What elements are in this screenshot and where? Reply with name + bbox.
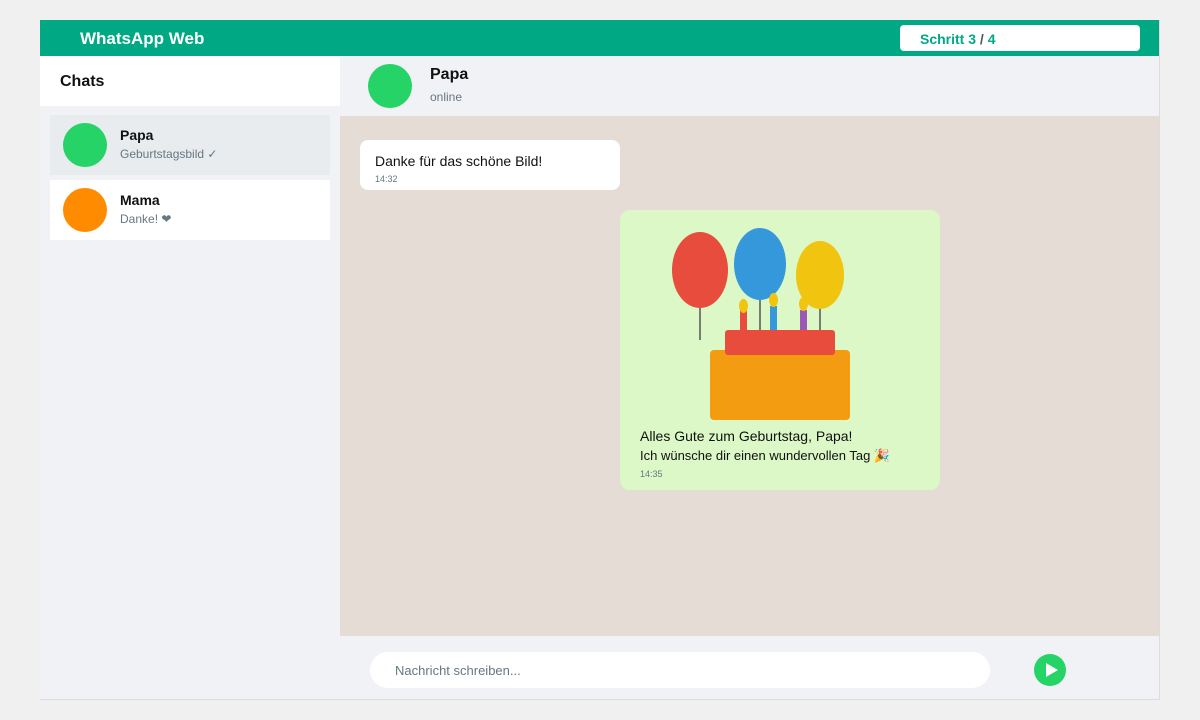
message-list[interactable]: Danke für das schöne Bild! 14:32 Alles G… bbox=[340, 116, 1159, 636]
step-indicator: Schritt 3 / 4 bbox=[900, 25, 1140, 51]
candle-flame bbox=[799, 297, 808, 311]
chat-preview: Geburtstagsbild ✓ bbox=[120, 147, 218, 161]
avatar bbox=[368, 64, 412, 108]
chat-sidebar: Chats Papa Geburtstagsbild ✓ Mama Danke!… bbox=[40, 56, 340, 699]
message-composer bbox=[340, 636, 1159, 699]
send-play-icon bbox=[1046, 663, 1058, 677]
incoming-message: Danke für das schöne Bild! 14:32 bbox=[360, 140, 620, 190]
contact-name: Papa bbox=[430, 66, 469, 83]
top-bar: WhatsApp Web Schritt 3 / 4 bbox=[40, 20, 1159, 56]
candle bbox=[740, 310, 747, 332]
outgoing-image-message: Alles Gute zum Geburtstag, Papa! Ich wün… bbox=[620, 210, 940, 490]
message-input[interactable] bbox=[370, 652, 990, 688]
cake-base bbox=[710, 350, 850, 420]
send-button[interactable] bbox=[1034, 654, 1066, 686]
sidebar-header: Chats bbox=[40, 56, 340, 106]
step-separator: / bbox=[979, 31, 984, 47]
candle bbox=[800, 310, 807, 332]
message-caption-secondary: Ich wünsche dir einen wundervollen Tag 🎉 bbox=[640, 448, 891, 463]
candle-flame bbox=[739, 299, 748, 313]
step-label: Schritt 3 bbox=[920, 31, 977, 47]
chat-name: Papa bbox=[120, 127, 154, 143]
message-time: 14:35 bbox=[640, 469, 663, 479]
message-time: 14:32 bbox=[375, 174, 398, 184]
chat-item-mama[interactable]: Mama Danke! ❤ bbox=[50, 180, 330, 240]
cake-top bbox=[725, 330, 835, 355]
contact-status: online bbox=[430, 90, 463, 104]
sidebar-title: Chats bbox=[60, 73, 105, 90]
avatar bbox=[63, 123, 107, 167]
birthday-cake-balloons-image[interactable] bbox=[620, 210, 940, 425]
step-total: 4 bbox=[987, 31, 996, 47]
chat-item-papa[interactable]: Papa Geburtstagsbild ✓ bbox=[50, 115, 330, 175]
red-balloon bbox=[672, 232, 728, 308]
blue-balloon bbox=[734, 228, 786, 300]
message-text: Danke für das schöne Bild! bbox=[375, 153, 543, 169]
chat-name: Mama bbox=[120, 192, 160, 208]
conversation-header[interactable]: Papa online bbox=[340, 56, 1159, 116]
app-title: WhatsApp Web bbox=[80, 29, 205, 48]
chat-preview: Danke! ❤ bbox=[120, 212, 172, 226]
message-caption: Alles Gute zum Geburtstag, Papa! bbox=[640, 428, 853, 444]
candle bbox=[770, 306, 777, 332]
candle-flame bbox=[769, 293, 778, 307]
conversation-pane: Papa online Danke für das schöne Bild! 1… bbox=[340, 56, 1159, 699]
whatsapp-window: WhatsApp Web Schritt 3 / 4 Chats Papa Ge… bbox=[40, 20, 1160, 700]
avatar bbox=[63, 188, 107, 232]
